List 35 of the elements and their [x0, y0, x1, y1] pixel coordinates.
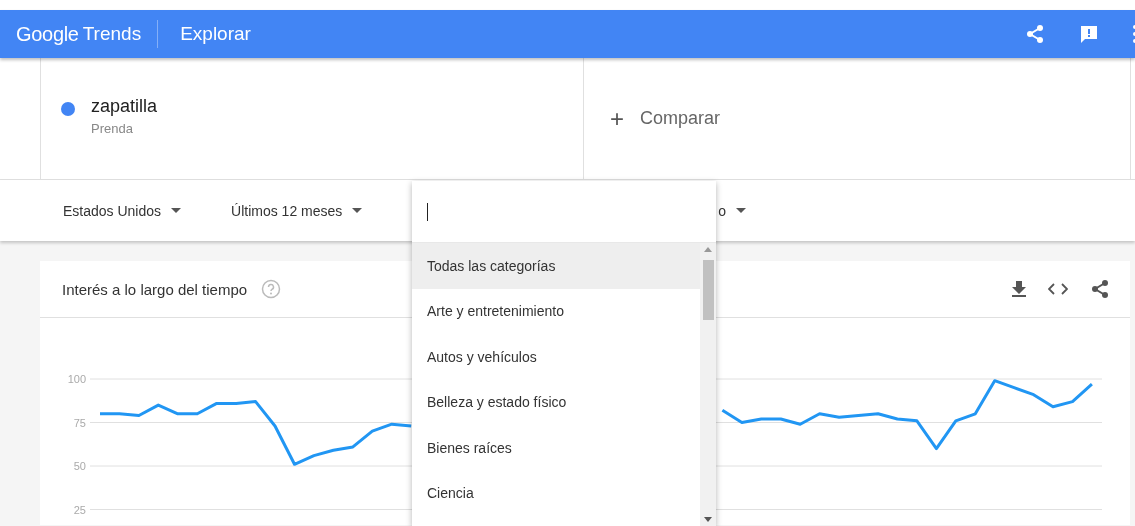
app-logo[interactable]: Google Trends — [16, 22, 142, 46]
scroll-up-icon[interactable] — [704, 247, 712, 252]
filter-dropdown[interactable]: Últimos 12 meses — [231, 202, 363, 219]
caret-icon — [352, 208, 363, 213]
category-option[interactable]: Bienes raíces — [412, 425, 700, 471]
share-icon[interactable] — [1090, 279, 1110, 299]
share-icon[interactable] — [1025, 24, 1045, 44]
term-type-label: Prenda — [91, 120, 134, 136]
axis-tick-label: 75 — [73, 416, 86, 429]
filter-dropdown[interactable]: Estados Unidos — [63, 202, 182, 219]
feedback-icon[interactable] — [1079, 24, 1099, 44]
chart-title: Interés a lo largo del tiempo — [62, 280, 248, 298]
category-option[interactable]: Arte y entretenimiento — [412, 288, 700, 334]
axis-tick-label: 25 — [73, 503, 86, 516]
scroll-down-icon[interactable] — [704, 517, 712, 522]
search-term-card[interactable]: zapatilla Prenda — [40, 58, 584, 179]
help-icon[interactable] — [261, 279, 282, 299]
axis-tick-label: 100 — [67, 373, 86, 385]
category-option[interactable]: Autos y vehículos — [412, 334, 700, 380]
page-title: Explorar — [180, 23, 251, 45]
scrollbar[interactable] — [700, 243, 716, 526]
category-option[interactable]: Ciencia — [412, 470, 700, 516]
axis-tick-label: 50 — [73, 460, 86, 472]
add-icon[interactable]: + — [610, 104, 624, 133]
filter-dropdown[interactable]: o — [718, 202, 747, 219]
download-icon[interactable] — [1012, 281, 1026, 297]
scrollbar-thumb[interactable] — [702, 260, 714, 320]
compare-label[interactable]: Comparar — [640, 108, 721, 129]
category-option[interactable]: Belleza y estado físico — [412, 379, 700, 425]
search-term[interactable]: zapatilla — [91, 95, 158, 117]
text-cursor — [427, 202, 428, 221]
embed-code-icon[interactable] — [1048, 283, 1068, 295]
category-option[interactable]: Todas las categorías — [412, 243, 700, 289]
caret-icon — [171, 208, 182, 213]
caret-icon — [736, 208, 747, 213]
